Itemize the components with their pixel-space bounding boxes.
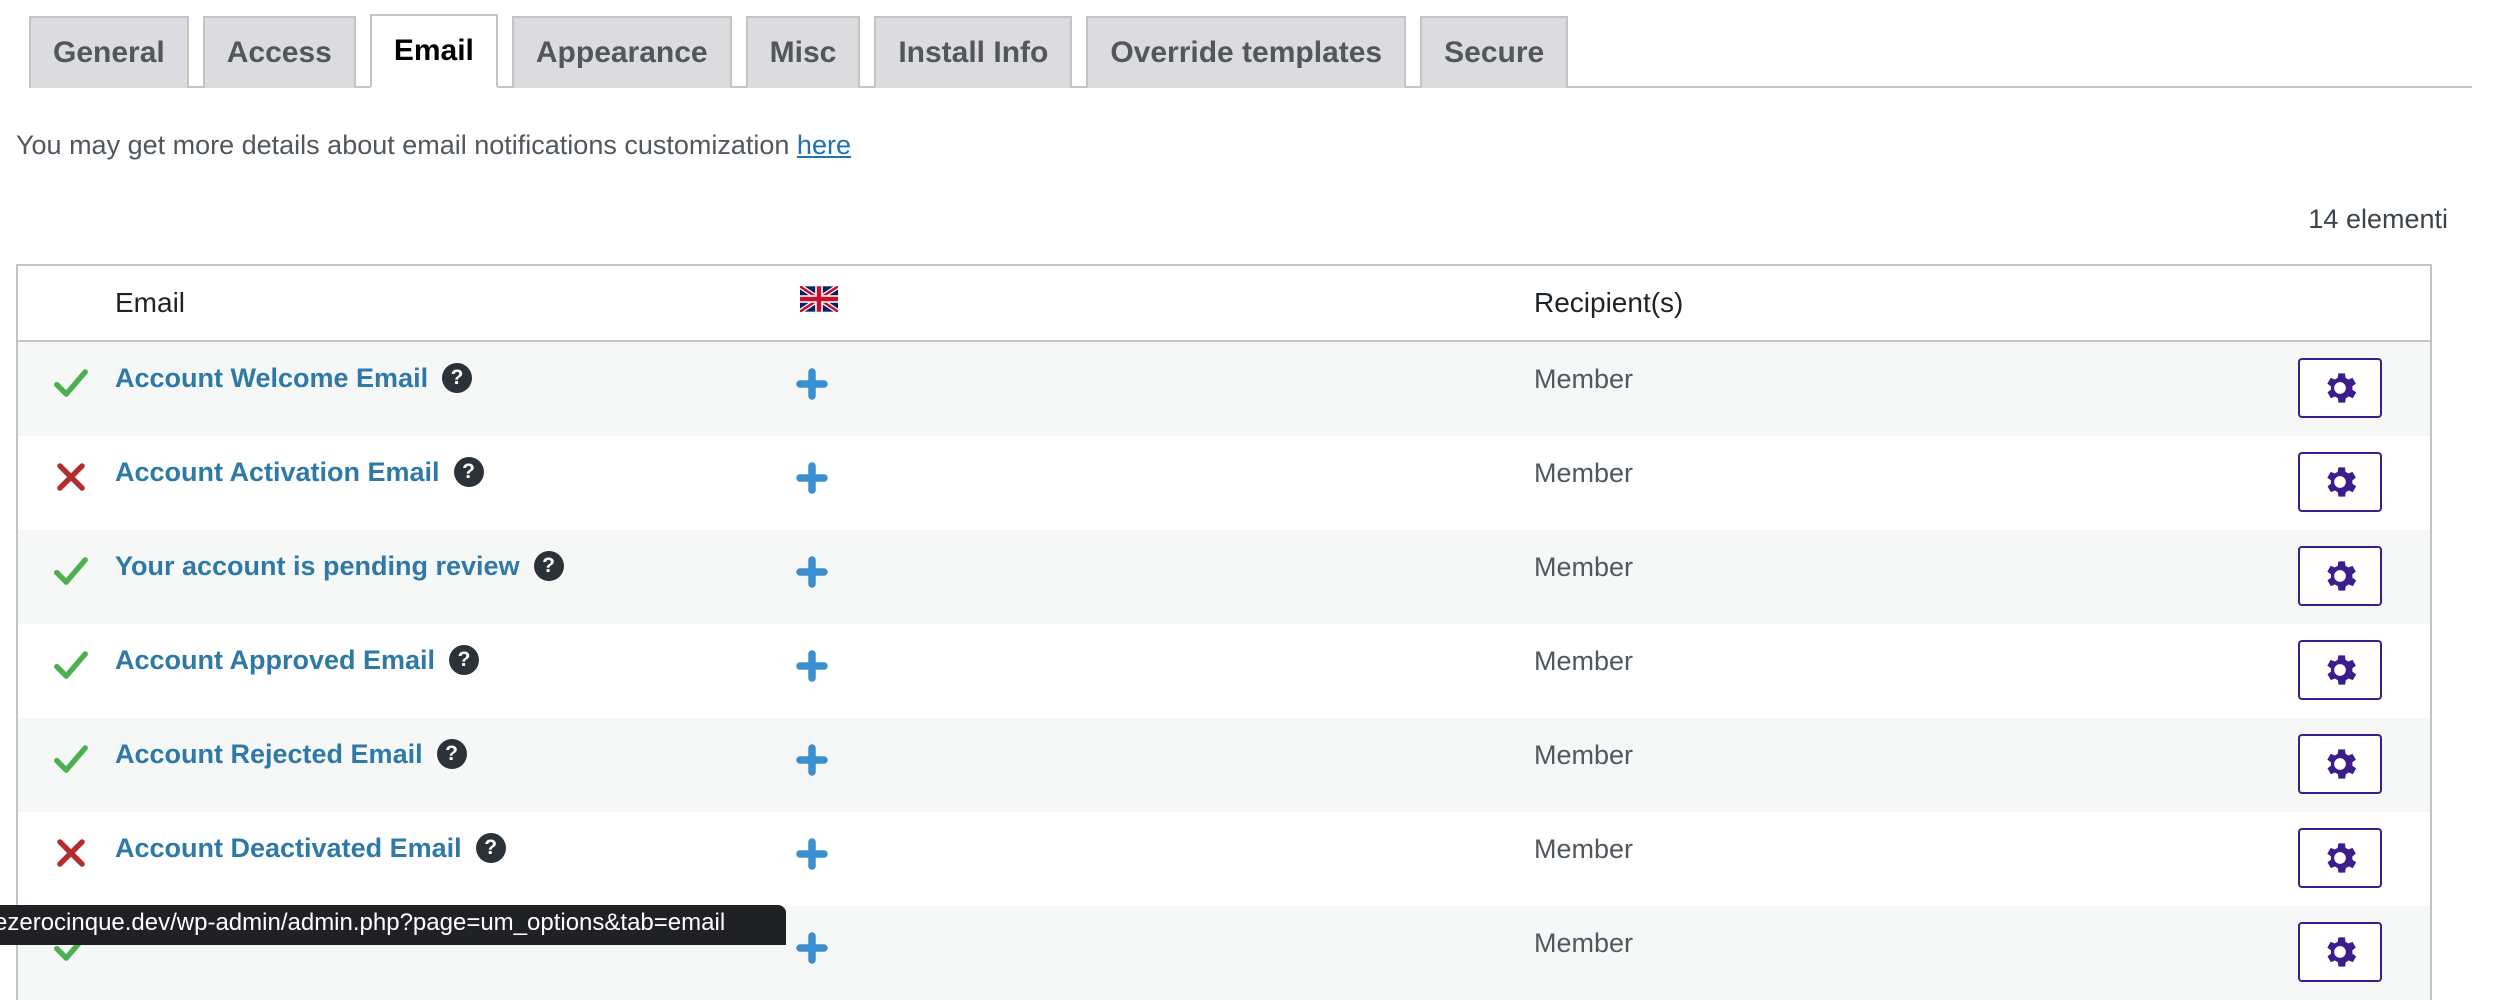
browser-status-url: ezerocinque.dev/wp-admin/admin.php?page=… (0, 905, 786, 945)
enabled-check-icon (52, 364, 90, 402)
tab-secure[interactable]: Secure (1420, 16, 1569, 88)
help-icon[interactable]: ? (453, 457, 484, 487)
email-name-cell: Account Activation Email? (115, 452, 484, 492)
table-header: Email Recipient(s) (18, 266, 2430, 342)
recipient-cell: Member (1534, 364, 1634, 394)
tab-install-info[interactable]: Install Info (874, 16, 1073, 88)
email-intro-text: You may get more details about email not… (16, 130, 851, 161)
email-name-cell: Account Approved Email? (115, 640, 480, 680)
add-translation-plus-icon[interactable] (794, 460, 830, 496)
status-url-text: ezerocinque.dev/wp-admin/admin.php?page=… (0, 909, 726, 936)
recipient-cell: Member (1534, 646, 1634, 676)
email-name-cell: Account Welcome Email? (115, 358, 473, 398)
tab-appearance[interactable]: Appearance (511, 16, 732, 88)
email-template-link[interactable]: Account Activation Email (115, 457, 440, 488)
table-row: Your account is pending review? Member (18, 530, 2430, 624)
email-template-link[interactable]: Account Rejected Email (115, 739, 423, 770)
recipient-cell: Member (1534, 740, 1634, 770)
table-row: Account Welcome Email? Member (18, 342, 2430, 436)
email-template-link[interactable]: Account Welcome Email (115, 363, 428, 394)
email-name-cell: Your account is pending review? (115, 546, 564, 586)
email-name-cell: Account Deactivated Email? (115, 828, 506, 868)
settings-tabs: General Access Email Appearance Misc Ins… (29, 14, 2472, 88)
email-template-link[interactable]: Account Deactivated Email (115, 833, 462, 864)
help-icon[interactable]: ? (475, 833, 506, 863)
gear-icon (2320, 932, 2360, 972)
email-settings-button[interactable] (2298, 922, 2382, 982)
tab-override-templates[interactable]: Override templates (1086, 16, 1407, 88)
disabled-cross-icon (52, 458, 90, 496)
gear-icon (2320, 744, 2360, 784)
enabled-check-icon (52, 740, 90, 778)
email-settings-button[interactable] (2298, 640, 2382, 700)
add-translation-plus-icon[interactable] (794, 554, 830, 590)
uk-flag-icon (800, 286, 838, 312)
gear-icon (2320, 462, 2360, 502)
gear-icon (2320, 556, 2360, 596)
help-icon[interactable]: ? (442, 363, 473, 393)
add-translation-plus-icon[interactable] (794, 836, 830, 872)
table-body: Account Welcome Email? Member Account Acti… (18, 342, 2430, 1000)
email-settings-button[interactable] (2298, 358, 2382, 418)
enabled-check-icon (52, 646, 90, 684)
enabled-check-icon (52, 552, 90, 590)
email-notifications-table: Email Recipient(s) Account Welcome Email… (16, 264, 2432, 1000)
email-template-link[interactable]: Account Approved Email (115, 645, 435, 676)
intro-text: You may get more details about email not… (16, 130, 797, 160)
email-settings-button[interactable] (2298, 546, 2382, 606)
tab-access[interactable]: Access (202, 16, 356, 88)
tab-general[interactable]: General (29, 16, 189, 88)
table-row: Account Deactivated Email? Member (18, 812, 2430, 906)
recipient-cell: Member (1534, 458, 1634, 488)
recipient-cell: Member (1534, 552, 1634, 582)
tab-email[interactable]: Email (369, 14, 498, 88)
help-icon[interactable]: ? (436, 739, 467, 769)
column-header-recipients: Recipient(s) (1534, 287, 1684, 318)
tab-misc[interactable]: Misc (745, 16, 861, 88)
email-settings-button[interactable] (2298, 828, 2382, 888)
help-icon[interactable]: ? (533, 551, 564, 581)
add-translation-plus-icon[interactable] (794, 742, 830, 778)
add-translation-plus-icon[interactable] (794, 366, 830, 402)
email-template-link[interactable]: Your account is pending review (115, 551, 520, 582)
gear-icon (2320, 650, 2360, 690)
table-row: Account Rejected Email? Member (18, 718, 2430, 812)
help-icon[interactable]: ? (449, 645, 480, 675)
email-name-cell: Account Rejected Email? (115, 734, 467, 774)
recipient-cell: Member (1534, 834, 1634, 864)
column-header-email: Email (115, 287, 186, 318)
gear-icon (2320, 838, 2360, 878)
disabled-cross-icon (52, 834, 90, 872)
email-settings-button[interactable] (2298, 734, 2382, 794)
table-row: Account Activation Email? Member (18, 436, 2430, 530)
add-translation-plus-icon[interactable] (794, 648, 830, 684)
gear-icon (2320, 368, 2360, 408)
item-count: 14 elementi (2308, 204, 2448, 234)
add-translation-plus-icon[interactable] (794, 930, 830, 966)
recipient-cell: Member (1534, 928, 1634, 958)
table-row: Account Approved Email? Member (18, 624, 2430, 718)
details-link[interactable]: here (797, 130, 851, 160)
email-settings-button[interactable] (2298, 452, 2382, 512)
